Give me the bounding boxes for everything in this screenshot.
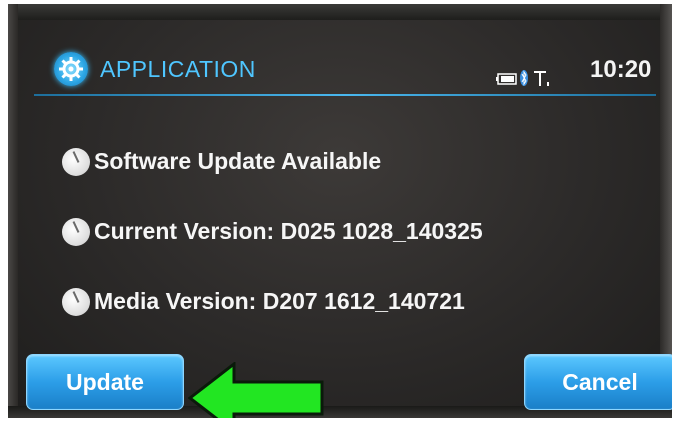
battery-icon	[496, 73, 517, 85]
bullet-icon	[62, 148, 90, 176]
bluetooth-icon	[520, 70, 528, 86]
update-button[interactable]: Update	[26, 354, 184, 410]
signal-icon	[534, 71, 549, 86]
bullet-icon	[62, 288, 90, 316]
bullet-icon	[62, 218, 90, 246]
cancel-button[interactable]: Cancel	[524, 354, 672, 410]
device-frame: APPLICATION 10:20 Software Update Availa…	[8, 4, 672, 418]
status-icons	[496, 68, 556, 93]
info-text: Current Version: D025 1028_140325	[94, 218, 483, 244]
green-arrow-icon	[188, 362, 324, 418]
info-text: Media Version: D207 1612_140721	[94, 288, 465, 314]
bezel-left	[8, 4, 18, 418]
info-text: Software Update Available	[94, 148, 382, 174]
bezel-top	[8, 4, 672, 20]
page-title: APPLICATION	[100, 56, 256, 82]
header-divider	[34, 94, 656, 96]
settings-gear-icon	[54, 52, 88, 86]
header-bar: APPLICATION 10:20	[18, 20, 660, 98]
clock: 10:20	[590, 56, 652, 83]
display-screen: APPLICATION 10:20 Software Update Availa…	[18, 20, 672, 418]
